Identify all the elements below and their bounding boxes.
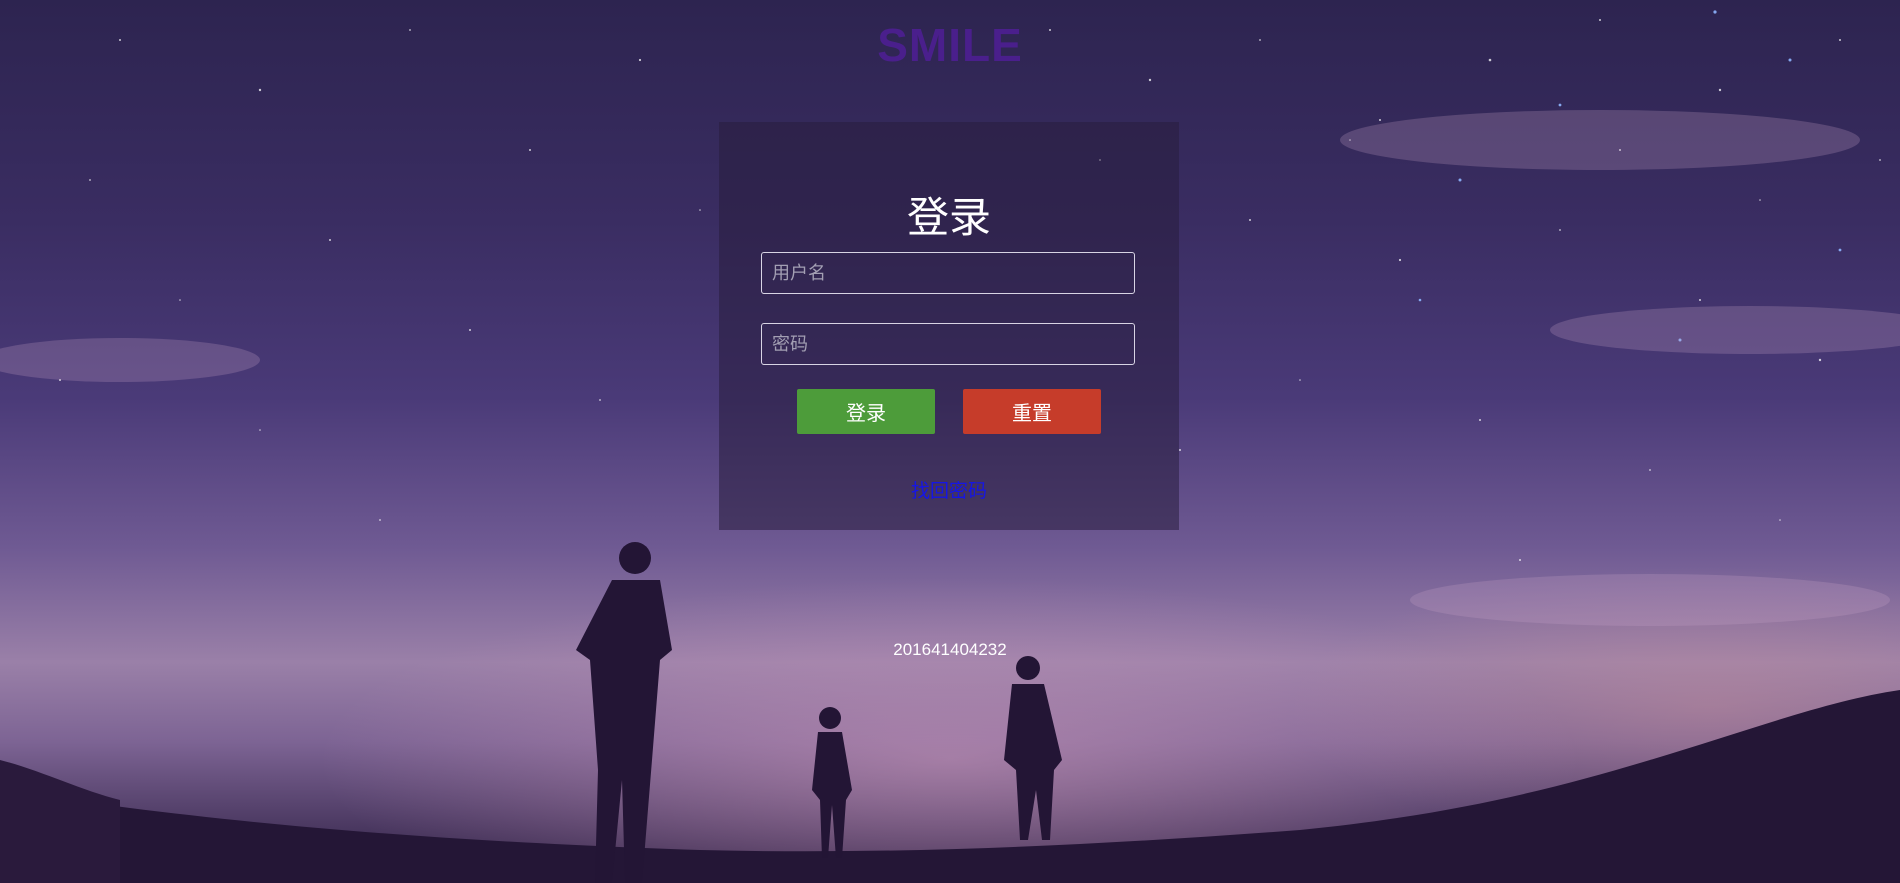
student-id-text: 201641404232 — [893, 640, 1007, 659]
username-input[interactable] — [761, 252, 1135, 294]
login-page: SMILE 登录 登录 重置 找回密码 201641404232 — [0, 0, 1900, 883]
password-input[interactable] — [761, 323, 1135, 365]
login-button[interactable]: 登录 — [797, 389, 935, 434]
login-card: 登录 登录 重置 找回密码 — [719, 122, 1179, 530]
login-title: 登录 — [906, 193, 991, 242]
forgot-password-link[interactable]: 找回密码 — [719, 476, 1179, 503]
brand-title: SMILE — [877, 19, 1023, 71]
reset-button[interactable]: 重置 — [963, 389, 1101, 434]
